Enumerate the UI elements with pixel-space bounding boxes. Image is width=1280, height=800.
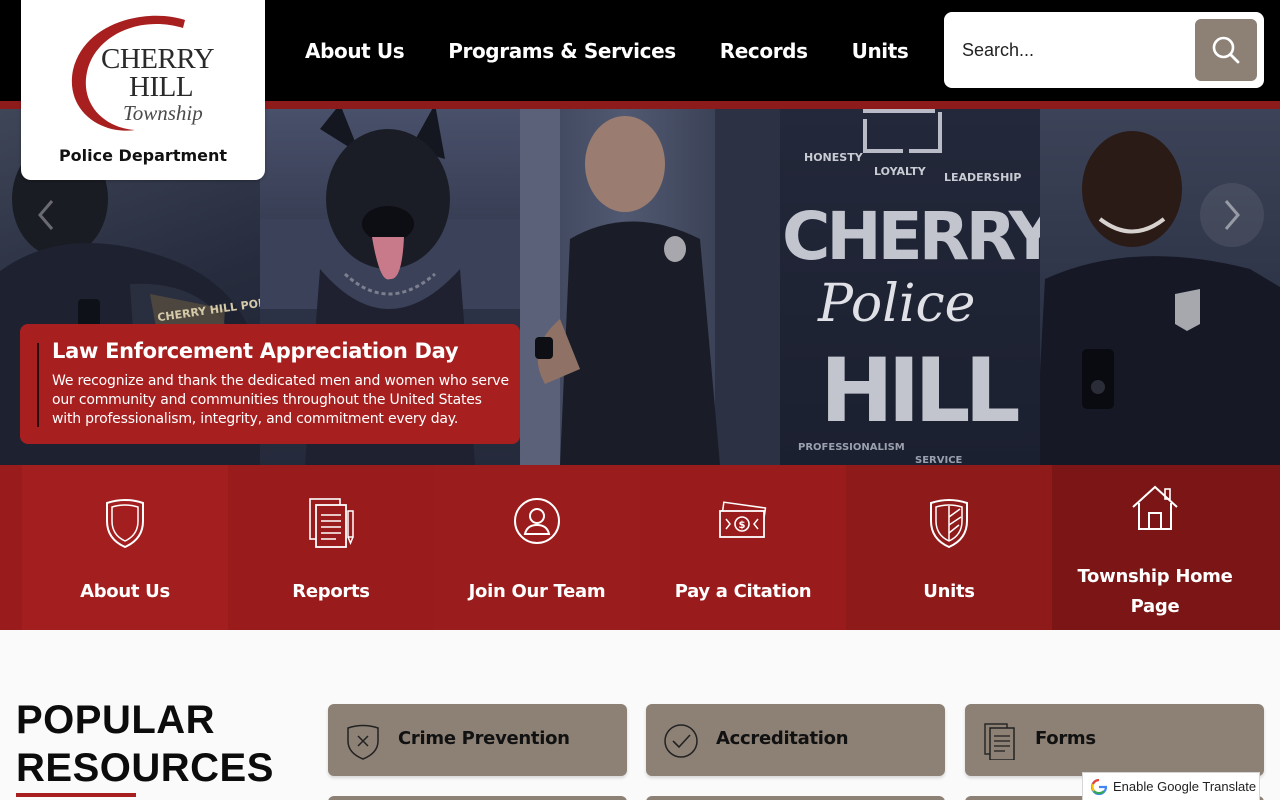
search-icon (1212, 36, 1240, 64)
chevron-left-icon (38, 200, 54, 230)
google-translate-label: Enable Google Translate (1113, 779, 1257, 794)
mural-word-professionalism: PROFESSIONALISM (798, 442, 905, 453)
logo[interactable]: CHERRY HILL Township Police Department (21, 0, 265, 180)
main-nav: About Us Programs & Services Records Uni… (283, 0, 930, 101)
nav-programs-services[interactable]: Programs & Services (426, 39, 698, 63)
logo-department-label: Police Department (58, 146, 228, 165)
quick-link-join-our-team[interactable]: Join Our Team (434, 465, 640, 630)
nav-units[interactable]: Units (830, 39, 931, 63)
forms-icon (984, 723, 1015, 760)
google-translate-button[interactable]: Enable Google Translate (1082, 772, 1260, 800)
resource-accreditation[interactable]: Accreditation (646, 704, 945, 776)
logo-wordmark-township: Township (123, 101, 203, 125)
mural-word-service: SERVICE (915, 455, 963, 465)
chevron-right-icon (1224, 200, 1240, 230)
hero-caption[interactable]: Law Enforcement Appreciation Day We reco… (20, 324, 520, 444)
quick-link-label: Join Our Team (468, 581, 606, 602)
quick-link-reports[interactable]: Reports (228, 465, 434, 630)
mural-word-hill: HILL (820, 339, 1018, 442)
mural-word-honesty: HONESTY (804, 151, 864, 164)
house-icon (1132, 485, 1178, 530)
mural-word-cherry: CHERRY (782, 198, 1040, 275)
resource-crime-prevention[interactable]: Crime Prevention (328, 704, 627, 776)
nav-about-us[interactable]: About Us (283, 39, 426, 63)
caption-text: We recognize and thank the dedicated men… (52, 373, 509, 427)
resource-row2-card-2[interactable] (646, 796, 945, 800)
resource-row2-card-1[interactable] (328, 796, 627, 800)
hero-photo-officer-3 (1040, 109, 1280, 465)
resource-label: Forms (1035, 728, 1096, 749)
quick-link-pay-citation[interactable]: $ Pay a Citation (640, 465, 846, 630)
popular-resources-title: POPULAR RESOURCES (16, 696, 274, 792)
quick-link-about-us[interactable]: About Us (22, 465, 228, 630)
popular-title-underline (16, 793, 136, 797)
mural-word-police: Police (817, 274, 975, 334)
user-icon (514, 498, 560, 544)
search-box (944, 12, 1264, 88)
quick-links-bar: About Us Reports Join Our Team $ Pay a C… (0, 465, 1280, 630)
check-circle-icon (664, 724, 698, 758)
quick-link-label: Reports (292, 581, 370, 602)
quick-link-label: About Us (80, 581, 170, 602)
quick-link-label: Pay a Citation (674, 581, 812, 602)
resource-label: Accreditation (716, 728, 849, 749)
resource-forms[interactable]: Forms (965, 704, 1264, 776)
hero-next-button[interactable] (1200, 183, 1264, 247)
resource-label: Crime Prevention (398, 728, 570, 749)
mural-word-leadership: LEADERSHIP (944, 171, 1021, 184)
money-icon: $ (719, 501, 767, 538)
shield-icon (106, 499, 144, 549)
svg-text:$: $ (739, 520, 746, 531)
logo-wordmark-hill: HILL (129, 71, 193, 103)
quick-link-units[interactable]: Units (846, 465, 1052, 630)
quick-link-township-home[interactable]: Township Home Page (1052, 465, 1280, 630)
hero-photo-officer-2 (520, 109, 780, 465)
popular-title-line2: RESOURCES (16, 746, 274, 790)
popular-title-line1: POPULAR (16, 698, 216, 742)
google-translate-icon (1091, 778, 1107, 795)
hero-photo-mural: HONESTY LOYALTY LEADERSHIP CHERRY Police… (780, 109, 1040, 465)
search-button[interactable] (1195, 19, 1257, 81)
document-icon (309, 498, 354, 548)
quick-link-label: Township Home Page (1077, 566, 1233, 617)
hero-prev-button[interactable] (14, 183, 78, 247)
cherry-hill-logo: CHERRY HILL Township (71, 15, 215, 131)
quick-link-label: Units (923, 581, 975, 602)
mural-word-loyalty: LOYALTY (874, 165, 927, 178)
shield-x-icon (347, 724, 379, 760)
nav-records[interactable]: Records (698, 39, 830, 63)
striped-shield-icon (930, 499, 968, 549)
caption-accent-bar (37, 343, 39, 427)
caption-title: Law Enforcement Appreciation Day (52, 339, 459, 363)
search-input[interactable] (962, 34, 1182, 66)
